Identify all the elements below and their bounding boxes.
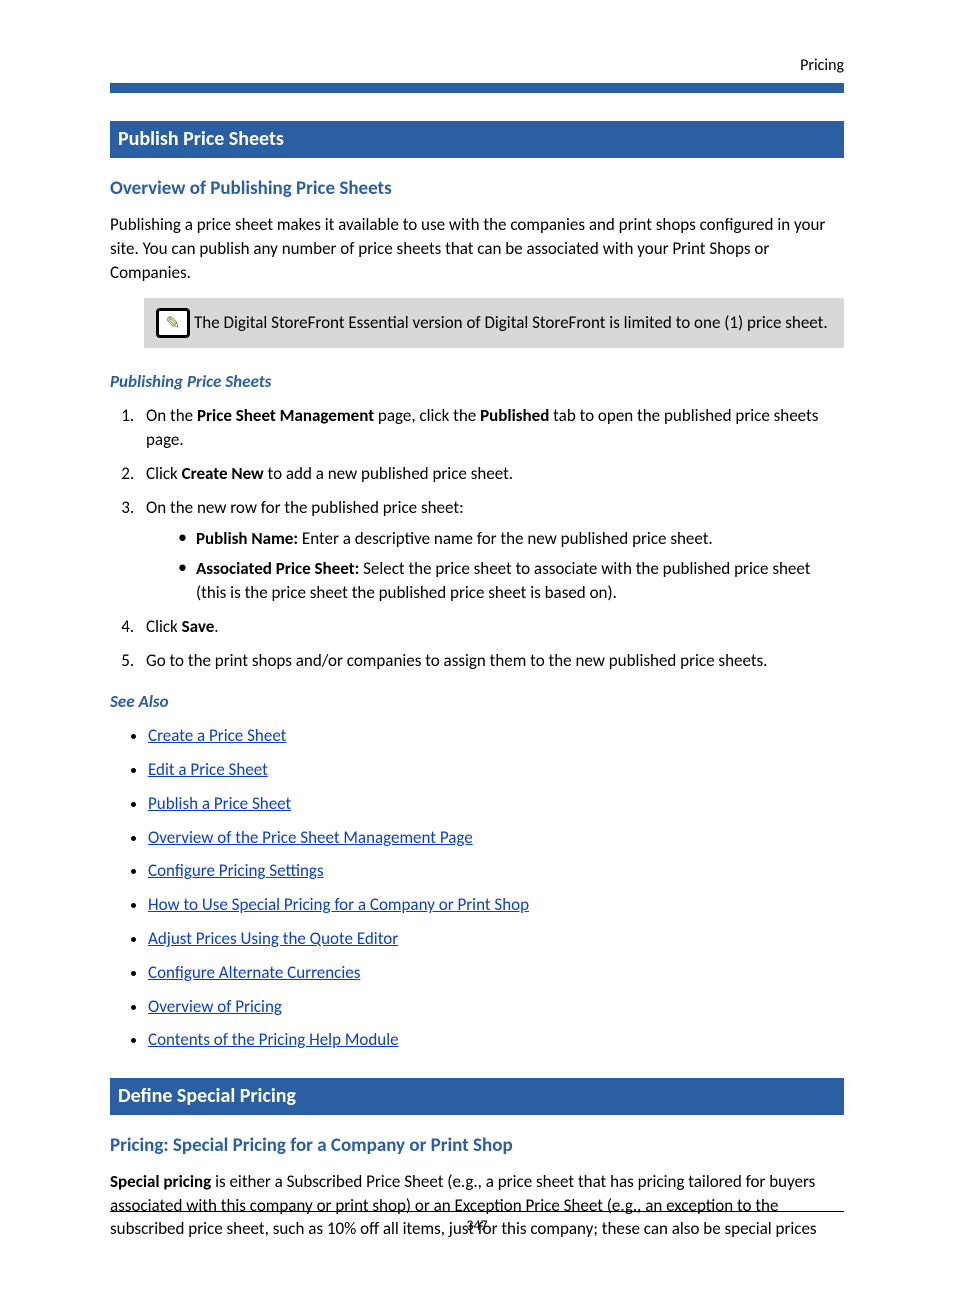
list-item: Overview of Pricing [148, 995, 844, 1019]
link-contents-help[interactable]: Contents of the Pricing Help Module [148, 1029, 399, 1050]
list-item: How to Use Special Pricing for a Company… [148, 893, 844, 917]
subhead-special-pricing: Pricing: Special Pricing for a Company o… [110, 1133, 844, 1160]
step-2: Click Create New to add a new published … [138, 462, 844, 486]
page-number: 347 [466, 1217, 487, 1234]
step-3-bullet-associated: Associated Price Sheet: Select the price… [178, 557, 844, 605]
page-container: Pricing Publish Price Sheets Overview of… [0, 0, 954, 1295]
link-overview-pricing[interactable]: Overview of Pricing [148, 996, 282, 1017]
link-edit-price-sheet[interactable]: Edit a Price Sheet [148, 759, 268, 780]
page-header-label: Pricing [110, 55, 844, 77]
list-item: Create a Price Sheet [148, 724, 844, 748]
header-rule [110, 83, 844, 93]
note-callout: The Digital StoreFront Essential version… [144, 298, 844, 348]
subhead-overview-publishing: Overview of Publishing Price Sheets [110, 176, 844, 203]
intro-paragraph: Publishing a price sheet makes it availa… [110, 213, 844, 284]
link-configure-pricing[interactable]: Configure Pricing Settings [148, 860, 324, 881]
footer-rule [110, 1211, 844, 1212]
list-item: Configure Pricing Settings [148, 859, 844, 883]
step-5: Go to the print shops and/or companies t… [138, 649, 844, 673]
link-alt-currencies[interactable]: Configure Alternate Currencies [148, 962, 360, 983]
step-3: On the new row for the published price s… [138, 496, 844, 605]
link-create-price-sheet[interactable]: Create a Price Sheet [148, 725, 286, 746]
step-3-sublist: Publish Name: Enter a descriptive name f… [146, 527, 844, 604]
list-item: Configure Alternate Currencies [148, 961, 844, 985]
section-bar-publish: Publish Price Sheets [110, 121, 844, 158]
step-1: On the Price Sheet Management page, clic… [138, 404, 844, 452]
link-quote-editor[interactable]: Adjust Prices Using the Quote Editor [148, 928, 398, 949]
see-also-head: See Also [110, 690, 844, 714]
subsubhead-publishing: Publishing Price Sheets [110, 370, 844, 394]
step-3-bullet-publish-name: Publish Name: Enter a descriptive name f… [178, 527, 844, 551]
list-item: Overview of the Price Sheet Management P… [148, 826, 844, 850]
see-also-list: Create a Price Sheet Edit a Price Sheet … [110, 724, 844, 1052]
section-bar-define-special: Define Special Pricing [110, 1078, 844, 1115]
list-item: Edit a Price Sheet [148, 758, 844, 782]
pencil-note-icon [156, 308, 190, 338]
step-4: Click Save. [138, 615, 844, 639]
steps-list: On the Price Sheet Management page, clic… [110, 404, 844, 672]
page-footer: 347 [110, 1211, 844, 1236]
link-publish-price-sheet[interactable]: Publish a Price Sheet [148, 793, 291, 814]
list-item: Adjust Prices Using the Quote Editor [148, 927, 844, 951]
list-item: Contents of the Pricing Help Module [148, 1028, 844, 1052]
link-overview-mgmt-page[interactable]: Overview of the Price Sheet Management P… [148, 827, 473, 848]
link-special-pricing[interactable]: How to Use Special Pricing for a Company… [148, 894, 529, 915]
note-text: The Digital StoreFront Essential version… [194, 311, 828, 335]
list-item: Publish a Price Sheet [148, 792, 844, 816]
